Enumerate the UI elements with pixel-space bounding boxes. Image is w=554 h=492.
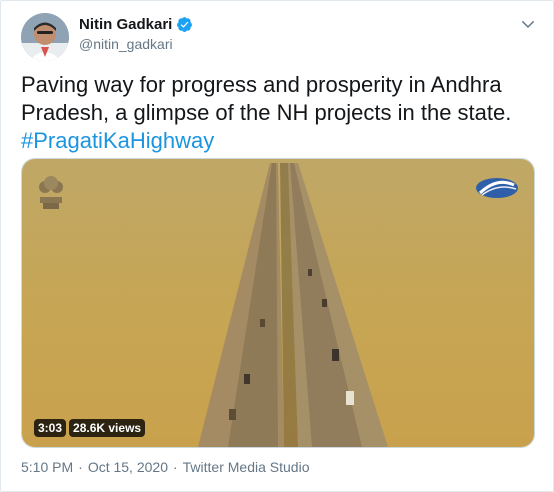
avatar-image	[21, 13, 69, 61]
meta-separator: ·	[78, 459, 83, 475]
author-handle[interactable]: @nitin_gadkari	[79, 36, 173, 52]
video-thumbnail	[22, 159, 534, 447]
verified-badge-icon	[177, 17, 193, 32]
tweet-meta: 5:10 PM · Oct 15, 2020 · Twitter Media S…	[21, 459, 310, 475]
avatar[interactable]	[21, 13, 69, 61]
video-views-badge: 28.6K views	[69, 419, 146, 437]
national-emblem-logo	[39, 176, 63, 209]
author-display-name[interactable]: Nitin Gadkari	[79, 16, 172, 33]
tweet-time[interactable]: 5:10 PM	[21, 459, 73, 475]
tweet-card: Nitin Gadkari @nitin_gadkari Paving way …	[0, 0, 554, 492]
tweet-body: Paving way for progress and prosperity i…	[21, 72, 512, 125]
tweet-date[interactable]: Oct 15, 2020	[88, 459, 168, 475]
meta-separator-2: ·	[172, 459, 178, 475]
video-duration-badge: 3:03	[34, 419, 67, 437]
author-name-row[interactable]: Nitin Gadkari	[79, 16, 193, 33]
chevron-down-icon[interactable]	[519, 15, 537, 33]
hashtag-link[interactable]: #PragatiKaHighway	[21, 128, 214, 153]
video-badges: 3:03 28.6K views	[34, 419, 146, 437]
video-player[interactable]: 3:03 28.6K views	[21, 158, 535, 448]
nhai-logo	[476, 178, 518, 198]
tweet-text: Paving way for progress and prosperity i…	[21, 71, 536, 155]
tweet-source[interactable]: Twitter Media Studio	[183, 459, 310, 475]
